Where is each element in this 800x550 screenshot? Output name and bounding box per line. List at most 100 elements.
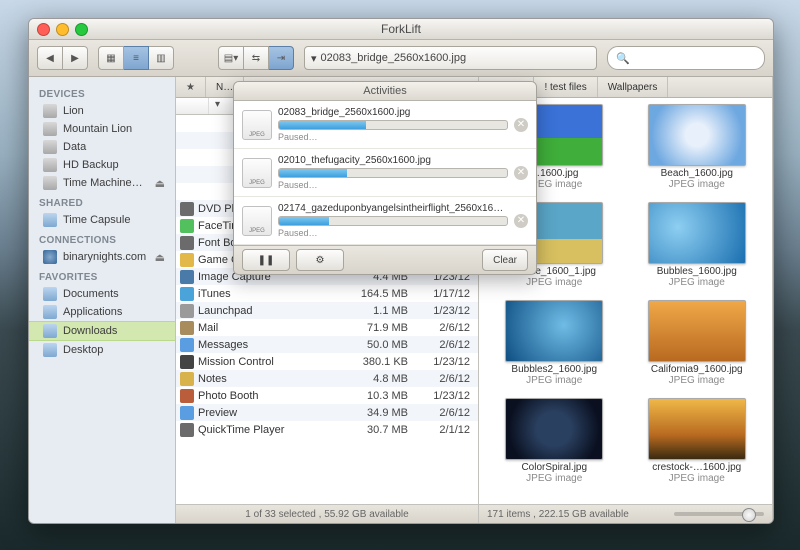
sidebar-item[interactable]: Applications xyxy=(29,303,175,321)
table-row[interactable]: Photo Booth10.3 MB1/23/12 xyxy=(176,387,478,404)
activities-footer: ❚❚ ⚙ Clear xyxy=(234,245,536,274)
file-date: 1/23/12 xyxy=(408,390,474,402)
sidebar-item-label: Mountain Lion xyxy=(63,123,165,135)
file-size: 30.7 MB xyxy=(346,424,408,436)
sidebar-item[interactable]: Lion xyxy=(29,102,175,120)
sidebar-item[interactable]: Data xyxy=(29,138,175,156)
thumbnail[interactable]: Bubbles_1600.jpgJPEG image xyxy=(628,202,767,296)
tab-favorites[interactable]: ★ xyxy=(176,77,206,97)
cancel-icon[interactable]: ✕ xyxy=(514,214,528,228)
thumbnail-kind: JPEG image xyxy=(526,277,582,288)
file-size: 71.9 MB xyxy=(346,322,408,334)
table-row[interactable]: Mission Control380.1 KB1/23/12 xyxy=(176,353,478,370)
view-columns-button[interactable]: ▥ xyxy=(149,46,174,70)
thumbnail-name: Bubbles_1600.jpg xyxy=(657,266,737,277)
file-size: 10.3 MB xyxy=(346,390,408,402)
progress-bar xyxy=(278,216,508,226)
activity-status: Paused… xyxy=(278,228,508,238)
folder-icon xyxy=(43,287,57,301)
app-icon xyxy=(180,389,194,403)
activity-item: 02010_thefugacity_2560x1600.jpgPaused…✕ xyxy=(234,149,536,197)
thumbnail-kind: JPEG image xyxy=(526,375,582,386)
tab[interactable]: Wallpapers xyxy=(598,77,669,97)
app-icon xyxy=(180,304,194,318)
view-icons-button[interactable]: ▦ xyxy=(98,46,124,70)
thumbnail-kind: JPEG image xyxy=(669,179,725,190)
back-button[interactable]: ◀ xyxy=(37,46,63,70)
folder-icon xyxy=(43,305,57,319)
sidebar-item[interactable]: Time Machine…⏏ xyxy=(29,174,175,192)
table-row[interactable]: iTunes164.5 MB1/17/12 xyxy=(176,285,478,302)
activity-status: Paused… xyxy=(278,132,508,142)
table-row[interactable]: Notes4.8 MB2/6/12 xyxy=(176,370,478,387)
file-date: 2/6/12 xyxy=(408,373,474,385)
thumbnail-kind: JPEG image xyxy=(669,277,725,288)
path-dropdown-icon[interactable]: ▾ xyxy=(311,52,317,65)
activity-item: 02083_bridge_2560x1600.jpgPaused…✕ xyxy=(234,101,536,149)
action-menu-button[interactable]: ▤▾ xyxy=(218,46,244,70)
app-icon xyxy=(180,321,194,335)
table-row[interactable]: Launchpad1.1 MB1/23/12 xyxy=(176,302,478,319)
table-row[interactable]: Messages50.0 MB2/6/12 xyxy=(176,336,478,353)
app-icon xyxy=(180,219,194,233)
app-icon xyxy=(180,236,194,250)
app-icon xyxy=(180,406,194,420)
sidebar-item[interactable]: Documents xyxy=(29,285,175,303)
left-status: 1 of 33 selected , 55.92 GB available xyxy=(176,504,478,523)
sidebar-item[interactable]: Desktop xyxy=(29,341,175,359)
table-row[interactable]: Mail71.9 MB2/6/12 xyxy=(176,319,478,336)
sidebar-item[interactable]: HD Backup xyxy=(29,156,175,174)
file-size: 50.0 MB xyxy=(346,339,408,351)
thumbnail-size-slider[interactable] xyxy=(674,512,764,516)
eject-icon[interactable]: ⏏ xyxy=(155,251,165,264)
file-name: Photo Booth xyxy=(198,390,346,402)
sync-button[interactable]: ⇆ xyxy=(244,46,269,70)
sidebar-item-label: Time Capsule xyxy=(63,214,165,226)
hdd-icon xyxy=(43,158,57,172)
table-row[interactable]: QuickTime Player30.7 MB2/1/12 xyxy=(176,421,478,438)
thumbnail[interactable]: crestock-…1600.jpgJPEG image xyxy=(628,398,767,492)
thumbnail-kind: JPEG image xyxy=(669,375,725,386)
sidebar-item[interactable]: Downloads xyxy=(29,321,175,341)
table-row[interactable]: Preview34.9 MB2/6/12 xyxy=(176,404,478,421)
pause-all-button[interactable]: ❚❚ xyxy=(242,249,290,271)
activities-panel: Activities 02083_bridge_2560x1600.jpgPau… xyxy=(233,81,537,275)
thumbnail[interactable]: Beach_1600.jpgJPEG image xyxy=(628,104,767,198)
thumbnail-name: …1600.jpg xyxy=(530,168,578,179)
file-date: 2/1/12 xyxy=(408,424,474,436)
clear-button[interactable]: Clear xyxy=(482,249,528,271)
cancel-icon[interactable]: ✕ xyxy=(514,166,528,180)
sidebar-item[interactable]: Time Capsule xyxy=(29,211,175,229)
thumbnail[interactable]: California9_1600.jpgJPEG image xyxy=(628,300,767,394)
hdd-icon xyxy=(43,122,57,136)
file-size: 380.1 KB xyxy=(346,356,408,368)
close-icon[interactable] xyxy=(37,23,50,36)
forward-button[interactable]: ▶ xyxy=(63,46,88,70)
thumbnail[interactable]: ColorSpiral.jpgJPEG image xyxy=(485,398,624,492)
sidebar-item[interactable]: Mountain Lion xyxy=(29,120,175,138)
path-bar[interactable]: ▾ 02083_bridge_2560x1600.jpg xyxy=(304,46,597,70)
sidebar-item-label: Applications xyxy=(63,306,165,318)
file-name: Messages xyxy=(198,339,346,351)
thumbnail[interactable]: Bubbles2_1600.jpgJPEG image xyxy=(485,300,624,394)
activities-options-button[interactable]: ⚙ xyxy=(296,249,344,271)
thumbnail-image xyxy=(648,300,746,362)
thumbnail-kind: JPEG image xyxy=(669,473,725,484)
minimize-icon[interactable] xyxy=(56,23,69,36)
queue-button[interactable]: ⇥ xyxy=(269,46,294,70)
hdd-icon xyxy=(43,176,57,190)
cancel-icon[interactable]: ✕ xyxy=(514,118,528,132)
zoom-icon[interactable] xyxy=(75,23,88,36)
activities-list: 02083_bridge_2560x1600.jpgPaused…✕02010_… xyxy=(234,101,536,245)
sidebar-item-label: binarynights.com xyxy=(63,251,149,263)
hdd-icon xyxy=(43,140,57,154)
sidebar-item[interactable]: binarynights.com ⏏ xyxy=(29,248,175,266)
search-input[interactable]: 🔍 xyxy=(607,46,765,70)
thumbnail-kind: JPEG image xyxy=(526,473,582,484)
tab[interactable]: ! test files xyxy=(534,77,597,97)
eject-icon[interactable]: ⏏ xyxy=(155,177,165,190)
hdd-icon xyxy=(43,104,57,118)
file-name: Mail xyxy=(198,322,346,334)
view-list-button[interactable]: ≡ xyxy=(124,46,149,70)
app-icon xyxy=(180,338,194,352)
